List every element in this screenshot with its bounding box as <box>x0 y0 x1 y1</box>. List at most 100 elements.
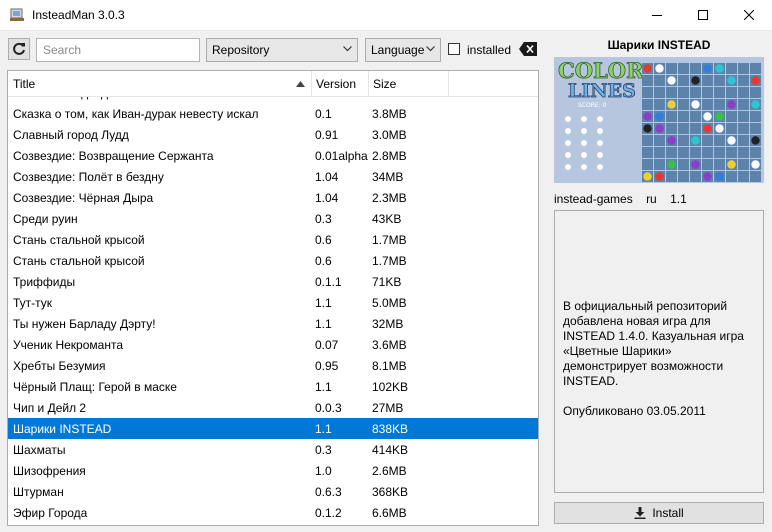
table-row[interactable]: Триффиды 0.1.1 71KB <box>8 271 538 292</box>
cell-title: Шахматы <box>13 443 66 457</box>
table-row[interactable]: Хребты Безумия 0.95 8.1MB <box>8 355 538 376</box>
game-repository: instead-games <box>554 192 633 206</box>
repository-select-value: Repository <box>212 43 270 57</box>
table-row[interactable]: Сказка о том, как Иван-дурак невесту иск… <box>8 103 538 124</box>
title-bar: InsteadMan 3.0.3 <box>0 0 772 31</box>
refresh-button[interactable] <box>8 38 30 60</box>
language-select[interactable]: Language <box>365 38 441 62</box>
cell-version: 1.04 <box>315 170 339 184</box>
cell-title: Славный город Лудд <box>13 128 129 142</box>
search-input[interactable] <box>36 38 200 62</box>
cell-title: Чип и Дейл 2 <box>13 401 87 415</box>
cell-title: Шизофрения <box>13 464 86 478</box>
games-table-header: Title Version Size <box>8 71 538 97</box>
games-table[interactable]: Сказка о Медведе0.11.4MBСказка о том, ка… <box>7 70 539 526</box>
cell-size: 3.0MB <box>372 128 407 142</box>
cell-title: Созвездие: Чёрная Дыра <box>13 191 154 205</box>
cell-size: 368KB <box>372 485 409 499</box>
download-icon <box>634 507 646 519</box>
cell-version: 1.1 <box>315 296 332 310</box>
cell-version: 1.0 <box>315 464 332 478</box>
table-row[interactable]: Созвездие: Возвращение Сержанта 0.01alpha… <box>8 145 538 166</box>
cell-title: Триффиды <box>13 275 76 289</box>
cell-version: 0.3 <box>315 443 332 457</box>
table-row[interactable]: Созвездие: Полёт в бездну 1.04 34MB <box>8 166 538 187</box>
table-row[interactable]: Чёрный Плащ: Герой в маске 1.1 102KB <box>8 376 538 397</box>
maximize-icon <box>698 10 708 20</box>
cell-size: 2.6MB <box>372 464 407 478</box>
game-version: 1.1 <box>670 192 687 206</box>
table-row[interactable]: Ученик Некроманта 0.07 3.6MB <box>8 334 538 355</box>
cell-title: Созвездие: Полёт в бездну <box>13 170 164 184</box>
table-row[interactable]: Тут-тук 1.1 5.0MB <box>8 292 538 313</box>
cell-version: 0.1.1 <box>315 275 342 289</box>
app-icon <box>10 8 24 21</box>
game-title: Шарики INSTEAD <box>607 38 711 52</box>
table-row[interactable]: Ты нужен Барладу Дэрту! 1.1 32MB <box>8 313 538 334</box>
cell-version: 1.04 <box>315 191 339 205</box>
close-icon <box>744 10 754 20</box>
cell-title: Штурман <box>13 485 64 499</box>
cell-size: 71KB <box>372 275 402 289</box>
logo-bottom: LINES <box>568 80 636 102</box>
table-row[interactable]: Штурман 0.6.3 368KB <box>8 481 538 502</box>
column-header-size[interactable]: Size <box>373 77 396 91</box>
repository-select[interactable]: Repository <box>206 38 358 62</box>
install-button[interactable]: Install <box>554 502 764 524</box>
game-description: В официальный репозиторий добавлена нова… <box>563 299 744 388</box>
table-row[interactable]: Шарики INSTEAD 1.1 838KB <box>8 418 538 439</box>
clear-icon <box>519 42 537 56</box>
cell-version: 0.0.3 <box>315 401 342 415</box>
cell-title: Эфир Города <box>13 506 88 520</box>
cell-version: 0.1.2 <box>315 506 342 520</box>
table-row[interactable]: Шизофрения 1.0 2.6MB <box>8 460 538 481</box>
chevron-down-icon <box>426 46 435 52</box>
minimize-icon <box>652 15 662 16</box>
column-separator[interactable] <box>368 71 369 96</box>
cell-size: 5.0MB <box>372 296 407 310</box>
table-row[interactable]: Чип и Дейл 2 0.0.3 27MB <box>8 397 538 418</box>
cell-version: 0.07 <box>315 338 339 352</box>
cell-size: 3.6MB <box>372 338 407 352</box>
cell-size: 1.7MB <box>372 233 407 247</box>
table-row[interactable]: Эфир Города 0.1.2 6.6MB <box>8 502 538 523</box>
column-header-version[interactable]: Version <box>316 77 356 91</box>
cell-version: 0.91 <box>315 128 339 142</box>
column-header-title[interactable]: Title <box>13 77 35 91</box>
game-screenshot-image: COLOR LINES SCORE: 0 <box>554 57 764 183</box>
cell-size: 34MB <box>372 170 404 184</box>
game-language: ru <box>646 192 657 206</box>
cell-title: Ты нужен Барладу Дэрту! <box>13 317 156 331</box>
cell-title: Хребты Безумия <box>13 359 106 373</box>
maximize-button[interactable] <box>680 0 726 30</box>
cell-size: 2.8MB <box>372 149 407 163</box>
table-row[interactable]: Стань стальной крысой 0.6 1.7MB <box>8 229 538 250</box>
installed-checkbox[interactable] <box>448 43 460 55</box>
cell-version: 0.6.3 <box>315 485 342 499</box>
game-description-panel: В официальный репозиторий добавлена нова… <box>554 210 764 493</box>
cell-title: Ученик Некроманта <box>13 338 123 352</box>
cell-size: 6.6MB <box>372 506 407 520</box>
table-row[interactable]: Среди руин 0.3 43KB <box>8 208 538 229</box>
chevron-down-icon <box>343 46 352 52</box>
cell-version: 0.6 <box>315 233 332 247</box>
cell-size: 2.3MB <box>372 191 407 205</box>
cell-title: Сказка о том, как Иван-дурак невесту иск… <box>13 107 259 121</box>
table-row[interactable]: Славный город Лудд 0.91 3.0MB <box>8 124 538 145</box>
game-screenshot: COLOR LINES SCORE: 0 <box>554 57 764 183</box>
cell-version: 1.1 <box>315 317 332 331</box>
cell-title: Тут-тук <box>13 296 53 310</box>
table-row[interactable]: Созвездие: Чёрная Дыра 1.04 2.3MB <box>8 187 538 208</box>
column-separator[interactable] <box>311 71 312 96</box>
table-row[interactable]: Стань стальной крысой 0.6 1.7MB <box>8 250 538 271</box>
cell-title: Стань стальной крысой <box>13 233 145 247</box>
cell-title: Шарики INSTEAD <box>13 422 112 436</box>
column-separator[interactable] <box>448 71 449 96</box>
minimize-button[interactable] <box>634 0 680 30</box>
cell-version: 0.01alpha <box>315 149 368 163</box>
close-button[interactable] <box>726 0 772 30</box>
cell-title: Среди руин <box>13 212 78 226</box>
table-row[interactable]: Шахматы 0.3 414KB <box>8 439 538 460</box>
clear-filter-button[interactable] <box>517 40 539 58</box>
refresh-icon <box>13 42 25 55</box>
